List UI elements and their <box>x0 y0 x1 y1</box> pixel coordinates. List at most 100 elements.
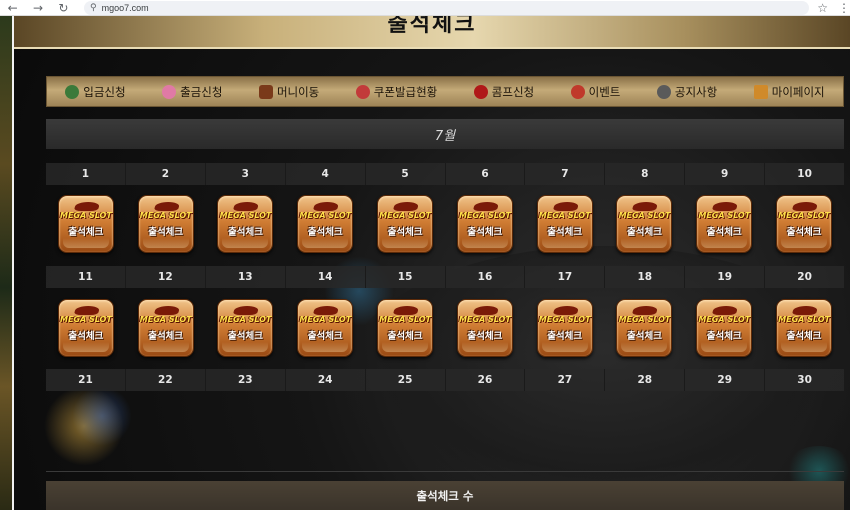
day-number: 5 <box>366 163 446 185</box>
slot-logo-icon <box>791 202 819 211</box>
slot-logo-icon <box>392 306 420 315</box>
badge-label: 출석체크 <box>547 227 583 238</box>
badge-label: 출석체크 <box>786 331 822 342</box>
menu-item-coupon-status[interactable]: 쿠폰발급현황 <box>355 84 437 100</box>
menu-item-notice[interactable]: 공지사항 <box>656 84 717 100</box>
forward-arrow-icon[interactable]: → <box>25 0 50 16</box>
menu-item-deposit[interactable]: 입금신청 <box>65 84 126 100</box>
day-number: 30 <box>797 374 812 386</box>
badge-brand: MEGA SLOT <box>618 211 671 220</box>
attendance-check-badge[interactable]: MEGA SLOT 출석체크 <box>536 195 593 253</box>
badge-brand: MEGA SLOT <box>219 315 272 324</box>
attendance-check-badge[interactable]: MEGA SLOT 출석체크 <box>616 299 673 357</box>
day-number: 15 <box>366 266 446 288</box>
badge-shine <box>781 238 828 248</box>
calendar-day-cell: MEGA SLOT 출석체크 <box>365 194 445 254</box>
attendance-check-badge[interactable]: MEGA SLOT 출석체크 <box>536 299 593 357</box>
badge-brand: MEGA SLOT <box>458 315 511 324</box>
site-info-icon[interactable]: ⚲ <box>90 3 97 13</box>
bookmark-star-icon[interactable]: ☆ <box>817 1 828 15</box>
calendar-day-cell: MEGA SLOT 출석체크 <box>46 194 126 254</box>
day-number: 10 <box>797 168 812 180</box>
calendar-day-cell: MEGA SLOT 출석체크 <box>445 298 525 358</box>
attendance-check-badge[interactable]: MEGA SLOT 출석체크 <box>57 195 114 253</box>
badge-label: 출석체크 <box>307 227 343 238</box>
reload-icon[interactable]: ↻ <box>51 0 76 16</box>
slot-logo-icon <box>233 202 260 211</box>
badge-label: 출석체크 <box>626 331 662 342</box>
chest-icon <box>258 84 273 99</box>
attendance-check-badge[interactable]: MEGA SLOT 출석체크 <box>377 195 434 253</box>
day-number: 17 <box>525 266 606 288</box>
badge-label: 출석체크 <box>387 227 423 238</box>
day-number: 22 <box>126 369 206 391</box>
menu-item-money-transfer[interactable]: 머니이동 <box>258 84 319 100</box>
attendance-count-label: 출석체크 수 <box>416 489 474 503</box>
attendance-check-badge[interactable]: MEGA SLOT 출석체크 <box>137 299 194 357</box>
badge-shine <box>621 238 668 248</box>
menu-item-event[interactable]: 이벤트 <box>570 84 620 100</box>
day-number: 20 <box>797 271 812 283</box>
attendance-check-badge[interactable]: MEGA SLOT 출석체크 <box>57 299 114 357</box>
badge-shine <box>541 238 588 248</box>
day-number: 4 <box>286 163 366 185</box>
attendance-check-badge[interactable]: MEGA SLOT 출석체크 <box>776 299 833 357</box>
page-title: 출석체크 <box>387 16 477 37</box>
slot-logo-icon <box>552 306 579 315</box>
slot-logo-icon <box>552 202 579 211</box>
day-number: 27 <box>525 369 606 391</box>
calendar-day-cell: MEGA SLOT 출석체크 <box>764 298 844 358</box>
attendance-check-badge[interactable]: MEGA SLOT 출석체크 <box>297 299 354 357</box>
calendar-day-numbers-row: 11 12 13 14 15 16 17 18 19 20 <box>46 266 844 288</box>
badge-brand: MEGA SLOT <box>778 211 830 220</box>
badge-shine <box>302 238 349 248</box>
badge-brand: MEGA SLOT <box>698 211 751 220</box>
calendar-day-cell: MEGA SLOT 출석체크 <box>684 194 764 254</box>
day-number: 21 <box>46 369 126 391</box>
slot-logo-icon <box>712 306 739 315</box>
day-number: 25 <box>366 369 446 391</box>
badge-brand: MEGA SLOT <box>538 211 591 220</box>
section-divider <box>46 471 844 472</box>
slot-logo-icon <box>392 202 420 211</box>
main-menu: 입금신청 출금신청 머니이동 쿠폰발급현황 콤프신청 이벤트 공지사항 마이페이… <box>46 76 844 107</box>
castle-icon <box>753 84 768 99</box>
slot-logo-icon <box>791 306 819 315</box>
calendar-day-cell: MEGA SLOT 출석체크 <box>285 298 365 358</box>
menu-item-mypage[interactable]: 마이페이지 <box>753 84 825 100</box>
badge-shine <box>382 238 429 248</box>
badge-shine <box>461 342 508 352</box>
badge-label: 출석체크 <box>68 331 104 342</box>
badge-label: 출석체크 <box>626 227 662 238</box>
attendance-check-badge[interactable]: MEGA SLOT 출석체크 <box>696 299 753 357</box>
day-number: 2 <box>126 163 206 185</box>
menu-item-comp-request[interactable]: 콤프신청 <box>473 84 534 100</box>
attendance-check-badge[interactable]: MEGA SLOT 출석체크 <box>696 195 753 253</box>
attendance-check-badge[interactable]: MEGA SLOT 출석체크 <box>616 195 673 253</box>
calendar-day-numbers-row: 1 2 3 4 5 6 7 8 9 10 <box>46 163 844 185</box>
slot-logo-icon <box>472 202 500 211</box>
attendance-check-badge[interactable]: MEGA SLOT 출석체크 <box>217 299 274 357</box>
menu-item-withdraw[interactable]: 출금신청 <box>162 84 222 100</box>
attendance-check-badge[interactable]: MEGA SLOT 출석체크 <box>217 195 274 253</box>
address-bar[interactable]: ⚲ mgoo7.com <box>84 0 810 15</box>
badge-brand: MEGA SLOT <box>59 211 112 220</box>
attendance-check-badge[interactable]: MEGA SLOT 출석체크 <box>137 195 194 253</box>
slot-logo-icon <box>712 202 739 211</box>
browser-toolbar: ← → ↻ ⚲ mgoo7.com ☆ ⋮ <box>0 0 850 16</box>
badge-label: 출석체크 <box>307 331 343 342</box>
attendance-check-badge[interactable]: MEGA SLOT 출석체크 <box>456 195 513 253</box>
menu-kebab-icon[interactable]: ⋮ <box>838 1 850 15</box>
attendance-check-badge[interactable]: MEGA SLOT 출석체크 <box>456 299 513 357</box>
attendance-check-badge[interactable]: MEGA SLOT 출석체크 <box>776 195 833 253</box>
badge-brand: MEGA SLOT <box>299 315 352 324</box>
left-background-strip <box>0 16 12 510</box>
menu-label: 출금신청 <box>180 84 223 99</box>
attendance-count-bar: 출석체크 수 <box>46 481 844 510</box>
badge-shine <box>142 342 189 352</box>
badge-label: 출석체크 <box>786 227 822 238</box>
cherry-icon <box>473 84 488 99</box>
attendance-check-badge[interactable]: MEGA SLOT 출석체크 <box>377 299 434 357</box>
attendance-check-badge[interactable]: MEGA SLOT 출석체크 <box>297 195 354 253</box>
back-arrow-icon[interactable]: ← <box>0 0 25 16</box>
